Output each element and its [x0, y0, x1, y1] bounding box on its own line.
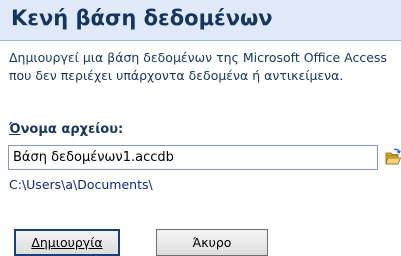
pane-title: Κενή βάση δεδομένων	[11, 6, 273, 30]
folder-open-icon[interactable]	[385, 147, 401, 167]
file-name-label-accelerator: Ό	[9, 122, 21, 137]
cancel-button[interactable]: Άκυρο	[156, 229, 268, 256]
pane-description: Δημιουργεί μια βάση δεδομένων της Micros…	[9, 50, 387, 83]
file-name-label-text: νομα αρχείου:	[20, 122, 124, 137]
create-button[interactable]: Δημιουργία	[14, 229, 120, 256]
create-button-label: Δημιουργία	[31, 235, 103, 250]
header-divider	[0, 40, 401, 41]
file-name-input[interactable]	[8, 145, 378, 170]
pane-header: Κενή βάση δεδομένων	[0, 0, 401, 40]
blank-database-pane: Κενή βάση δεδομένων Δημιουργεί μια βάση …	[0, 0, 401, 256]
file-name-label: Όνομα αρχείου:	[9, 121, 123, 139]
save-location-path[interactable]: C:\Users\a\Documents\	[9, 176, 153, 194]
